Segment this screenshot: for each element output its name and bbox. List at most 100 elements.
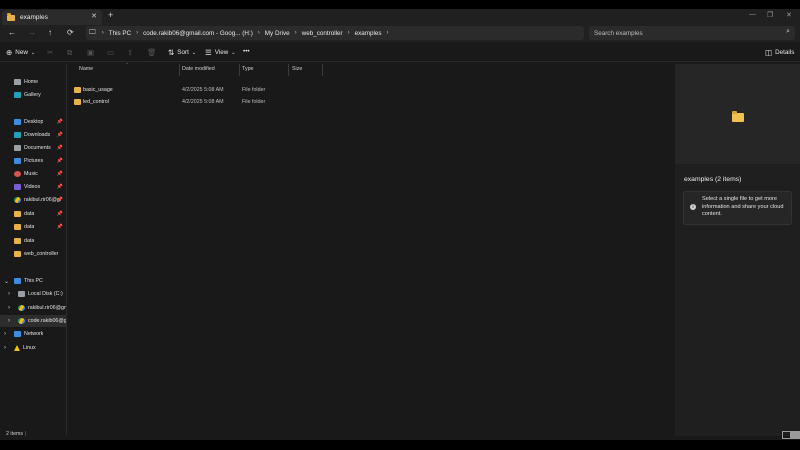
breadcrumb-drive[interactable]: code.rakib06@gmail.com - Goog... (H:): [143, 30, 253, 37]
details-view-icon[interactable]: [782, 431, 791, 439]
pin-icon[interactable]: 📌: [57, 184, 63, 190]
preview-area: [675, 64, 800, 164]
sort-label: Sort: [177, 49, 189, 56]
column-divider[interactable]: [179, 64, 180, 76]
delete-icon[interactable]: 🗑: [147, 48, 157, 57]
pin-icon[interactable]: 📌: [57, 132, 63, 138]
chevron-right-icon: ›: [386, 30, 389, 36]
file-row[interactable]: led_control 4/2/2025 5:08 AM File folder: [68, 97, 338, 108]
column-header-name[interactable]: Name: [79, 66, 93, 72]
chevron-down-icon[interactable]: ⌄: [4, 278, 9, 285]
column-divider[interactable]: [239, 64, 240, 76]
column-divider[interactable]: [322, 64, 323, 76]
column-header-size[interactable]: Size: [292, 66, 302, 72]
documents-icon: [14, 145, 21, 151]
pin-icon[interactable]: 📌: [57, 158, 63, 164]
breadcrumb-web-controller[interactable]: web_controller: [302, 30, 343, 37]
pin-icon[interactable]: 📌: [57, 171, 63, 177]
pin-icon[interactable]: 📌: [57, 145, 63, 151]
pin-icon[interactable]: 📌: [57, 119, 63, 125]
chevron-right-icon[interactable]: ›: [8, 305, 10, 311]
pin-icon[interactable]: 📌: [57, 224, 63, 230]
sidebar-item-data[interactable]: data 📌: [0, 221, 66, 233]
network-icon: [14, 331, 21, 337]
sidebar-item-data[interactable]: data 📌: [0, 208, 66, 220]
tab-examples[interactable]: examples ✕: [2, 10, 102, 25]
chevron-right-icon[interactable]: ›: [8, 291, 10, 297]
refresh-button[interactable]: ⟳: [67, 28, 74, 37]
sidebar-item-web-controller[interactable]: web_controller: [0, 248, 66, 260]
tiles-view-icon[interactable]: [791, 431, 800, 439]
sidebar-item-home[interactable]: Home: [0, 76, 66, 88]
chevron-down-icon: ⌄: [30, 49, 36, 56]
sidebar-item-google-drive-code[interactable]: › code.rakib06@gm: [0, 315, 66, 327]
cut-icon[interactable]: ✂: [47, 48, 53, 57]
sidebar-item-label: data: [24, 238, 35, 244]
breadcrumb-examples[interactable]: examples: [355, 30, 382, 37]
forward-button[interactable]: →: [28, 28, 36, 37]
file-type: File folder: [242, 87, 266, 93]
chevron-right-icon: ›: [136, 30, 139, 36]
view-button[interactable]: ☰ View ⌄: [205, 48, 235, 57]
sort-button[interactable]: ⇅ Sort ⌄: [168, 48, 196, 57]
sidebar-item-google-drive-rakibul-pc[interactable]: › rakibul.rir06@gm: [0, 302, 66, 314]
breadcrumb-my-drive[interactable]: My Drive: [265, 30, 290, 37]
file-name: basic_usage: [83, 87, 113, 93]
chevron-right-icon[interactable]: ›: [4, 331, 6, 337]
chevron-right-icon[interactable]: ›: [4, 345, 6, 351]
sidebar-item-pictures[interactable]: Pictures 📌: [0, 155, 66, 167]
search-placeholder: Search examples: [594, 29, 643, 37]
sidebar-item-videos[interactable]: Videos 📌: [0, 181, 66, 193]
paste-icon[interactable]: ▣: [87, 48, 94, 57]
search-icon: ⌕: [786, 28, 790, 35]
close-icon[interactable]: ✕: [91, 12, 97, 20]
disk-icon: [18, 291, 25, 297]
file-list: ^ Name Date modified Type Size basic_usa…: [68, 61, 674, 436]
column-divider[interactable]: [288, 64, 289, 76]
sidebar-item-gallery[interactable]: Gallery: [0, 89, 66, 101]
column-header-date-modified[interactable]: Date modified: [182, 66, 215, 72]
status-bar: 2 items |: [0, 430, 800, 440]
folder-icon: [14, 251, 21, 257]
sidebar-item-downloads[interactable]: Downloads 📌: [0, 129, 66, 141]
chevron-down-icon: ⌄: [231, 49, 236, 56]
tab-title: examples: [20, 14, 48, 21]
chevron-right-icon: ›: [294, 30, 297, 36]
folder-icon: [74, 87, 81, 93]
rename-icon[interactable]: ▭: [107, 48, 114, 57]
sidebar-item-documents[interactable]: Documents 📌: [0, 142, 66, 154]
back-button[interactable]: ←: [8, 28, 16, 37]
minimize-button[interactable]: —: [749, 11, 756, 18]
up-button[interactable]: ↑: [48, 28, 52, 37]
sidebar-item-linux[interactable]: › Linux: [0, 342, 66, 354]
maximize-button[interactable]: ❐: [767, 11, 773, 19]
sidebar-item-label: Desktop: [24, 119, 44, 125]
details-pane-icon: ◫: [765, 48, 773, 57]
address-bar[interactable]: 🖵 › This PC › code.rakib06@gmail.com - G…: [86, 26, 584, 40]
breadcrumb-this-pc[interactable]: This PC: [109, 30, 131, 37]
share-icon[interactable]: ⇪: [127, 48, 133, 57]
pin-icon[interactable]: 📌: [57, 197, 63, 203]
sidebar-item-local-disk[interactable]: › Local Disk (C:): [0, 288, 66, 300]
new-button[interactable]: ⊕ New ⌄: [6, 48, 35, 57]
chevron-right-icon[interactable]: ›: [8, 318, 10, 324]
details-button[interactable]: ◫ Details: [765, 48, 794, 57]
sidebar-item-data[interactable]: data: [0, 235, 66, 247]
copy-icon[interactable]: ⧉: [67, 48, 72, 58]
close-window-button[interactable]: ✕: [786, 11, 792, 19]
sidebar-item-music[interactable]: Music 📌: [0, 168, 66, 180]
home-icon: [14, 79, 21, 85]
sidebar-item-google-drive-rakibul[interactable]: rakibul.rir06@gn 📌: [0, 194, 66, 206]
view-icon: ☰: [205, 48, 212, 57]
pin-icon[interactable]: 📌: [57, 211, 63, 217]
new-tab-button[interactable]: +: [108, 10, 113, 20]
folder-icon: [732, 111, 744, 122]
more-options-button[interactable]: •••: [243, 48, 250, 55]
sidebar-item-label: Videos: [24, 184, 41, 190]
sidebar-item-desktop[interactable]: Desktop 📌: [0, 116, 66, 128]
search-input[interactable]: Search examples ⌕: [589, 26, 795, 40]
column-header-type[interactable]: Type: [242, 66, 253, 72]
sidebar-item-this-pc[interactable]: ⌄ This PC: [0, 275, 66, 287]
sidebar-item-network[interactable]: › Network: [0, 328, 66, 340]
file-row[interactable]: basic_usage 4/2/2025 5:08 AM File folder: [68, 85, 338, 96]
